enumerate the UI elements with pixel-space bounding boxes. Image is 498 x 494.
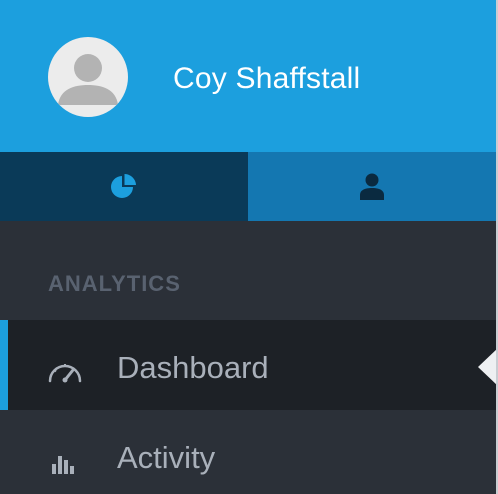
sidebar-tabs — [0, 152, 496, 221]
gauge-icon — [48, 364, 82, 383]
user-name[interactable]: Coy Shaffstall — [173, 60, 360, 98]
avatar[interactable] — [48, 37, 128, 117]
bar-chart-icon — [52, 456, 74, 474]
section-heading-analytics: ANALYTICS — [48, 271, 181, 296]
user-icon — [360, 173, 384, 200]
tab-profile[interactable] — [248, 152, 496, 221]
tab-analytics[interactable] — [0, 152, 248, 221]
user-profile-header: Coy Shaffstall — [0, 0, 496, 152]
active-indicator — [0, 320, 8, 410]
pie-chart-icon — [111, 173, 136, 198]
sidebar-item-dashboard[interactable]: Dashboard — [0, 320, 496, 410]
sidebar-item-label: Dashboard — [117, 350, 269, 385]
user-silhouette-icon — [58, 54, 118, 105]
sidebar: Coy Shaffstall ANALYTICS Dashboard Activ… — [0, 0, 498, 494]
sidebar-item-label: Activity — [117, 440, 216, 475]
active-pointer — [478, 348, 496, 386]
sidebar-item-activity[interactable]: Activity — [0, 410, 496, 494]
